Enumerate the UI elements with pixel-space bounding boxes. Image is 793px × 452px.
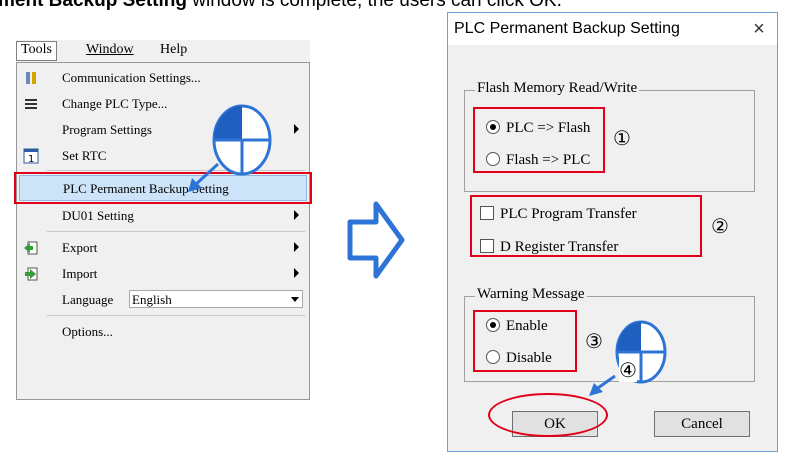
instruction-caption: ment Backup Setting window is complete, …	[0, 0, 562, 11]
import-icon	[23, 266, 39, 282]
dialog-titlebar: PLC Permanent Backup Setting ×	[448, 13, 777, 45]
warning-group-label: Warning Message	[475, 286, 587, 303]
mouse-click-icon	[188, 104, 272, 192]
menu-separator	[47, 315, 305, 316]
submenu-arrow-icon	[294, 124, 299, 134]
chevron-down-icon	[291, 297, 299, 302]
rtc-icon: 1	[23, 148, 39, 165]
menu-item-export[interactable]: Export	[17, 235, 309, 261]
dialog-title: PLC Permanent Backup Setting	[454, 20, 680, 37]
step-2-label: ②	[711, 214, 729, 238]
menu-item-import[interactable]: Import	[17, 261, 309, 287]
submenu-arrow-icon	[294, 268, 299, 278]
menu-tools[interactable]: Tools	[16, 41, 57, 61]
step-1-label: ①	[613, 126, 631, 150]
menu-item-du01-setting[interactable]: DU01 Setting	[17, 203, 309, 229]
menu-window[interactable]: Window	[82, 42, 138, 58]
export-icon	[23, 240, 39, 256]
highlight-box-warning-options	[473, 310, 577, 372]
communication-icon	[23, 70, 39, 86]
menu-item-options[interactable]: Options...	[17, 319, 309, 345]
menu-bar: Tools Window Help	[16, 40, 310, 62]
highlight-box-transfer-options	[470, 195, 702, 257]
flash-memory-group-label: Flash Memory Read/Write	[475, 80, 640, 97]
svg-text:1: 1	[28, 154, 34, 164]
submenu-arrow-icon	[294, 242, 299, 252]
cancel-button[interactable]: Cancel	[654, 411, 750, 437]
menu-separator	[47, 231, 305, 232]
arrow-right-icon	[347, 201, 405, 279]
language-select[interactable]: English	[129, 290, 303, 308]
close-button[interactable]: ×	[747, 17, 771, 41]
menu-help[interactable]: Help	[156, 42, 191, 58]
menu-item-language: Language English	[17, 287, 309, 313]
step-4-label: ④	[619, 358, 637, 382]
change-plc-icon	[23, 96, 39, 112]
highlight-box-flash-options	[473, 107, 605, 173]
submenu-arrow-icon	[294, 210, 299, 220]
menu-item-communication[interactable]: Communication Settings...	[17, 65, 309, 91]
